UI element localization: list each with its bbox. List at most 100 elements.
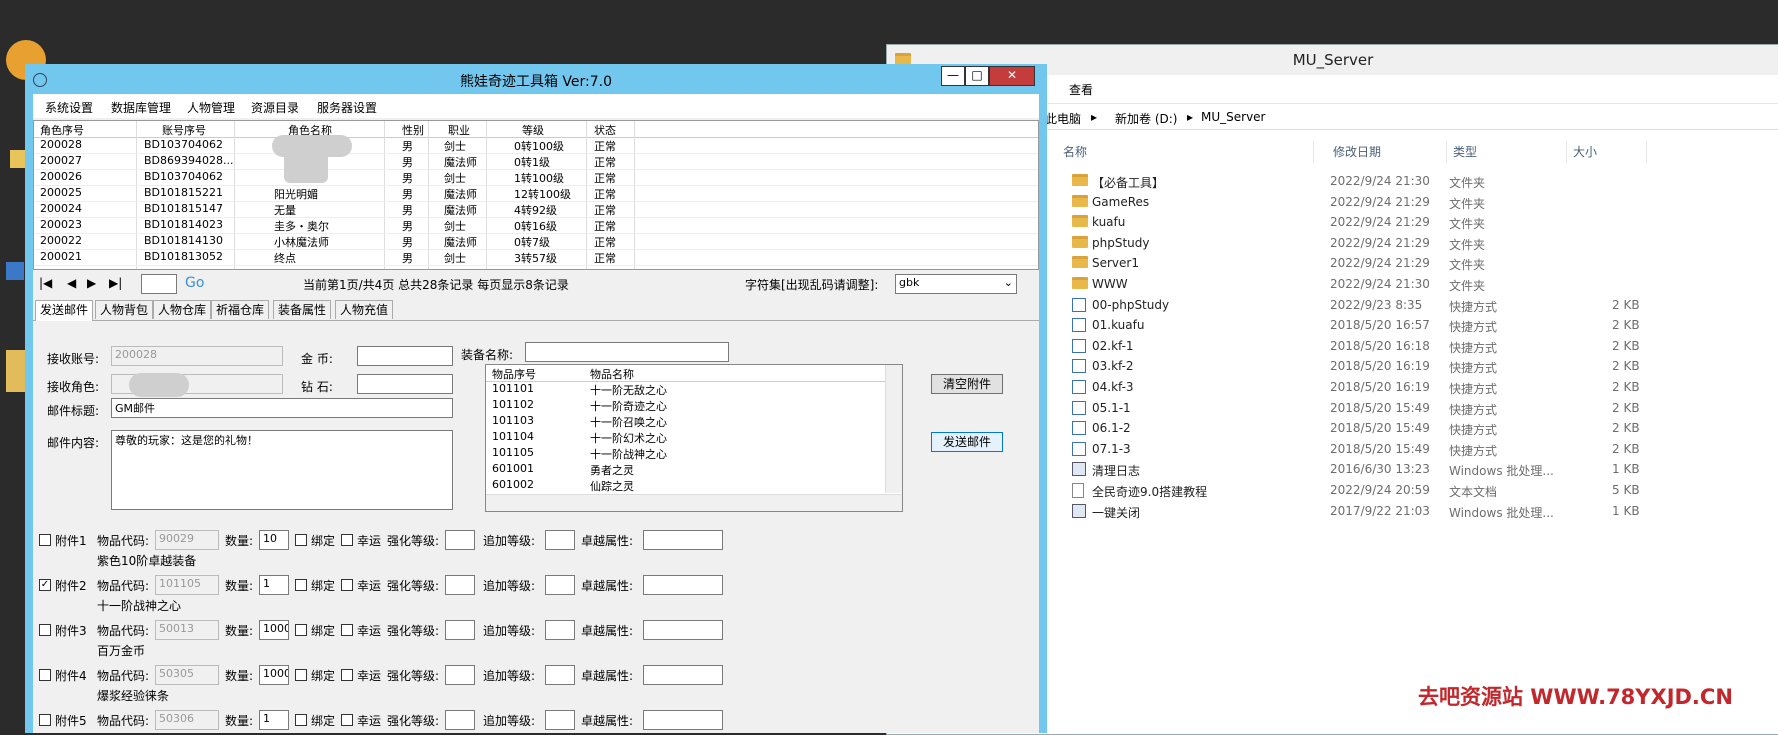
vertical-scrollbar[interactable]	[885, 365, 902, 493]
maximize-button[interactable]: □	[965, 66, 989, 86]
item-code-input[interactable]: 50306	[155, 710, 219, 730]
page-number-input[interactable]	[141, 274, 177, 294]
send-mail-button[interactable]: 发送邮件	[931, 432, 1003, 452]
recv-account-input[interactable]: 200028	[111, 346, 283, 366]
charset-select[interactable]: gbk ⌄	[895, 274, 1017, 294]
col-item-id[interactable]: 物品序号	[492, 366, 536, 382]
attachment-checkbox[interactable]	[39, 624, 51, 636]
add-level-input[interactable]	[545, 530, 575, 550]
bind-checkbox[interactable]	[295, 579, 307, 591]
table-row[interactable]: 200026 BD103704062 男 剑士 1转100级 正常	[34, 169, 1038, 186]
quantity-input[interactable]: 1000	[259, 665, 289, 685]
excellent-attr-input[interactable]	[643, 620, 723, 640]
item-code-input[interactable]: 50013	[155, 620, 219, 640]
quantity-input[interactable]: 1	[259, 710, 289, 730]
menu-server-settings[interactable]: 服务器设置	[317, 99, 377, 116]
equip-name-input[interactable]	[525, 342, 729, 362]
tab-send-mail[interactable]: 发送邮件	[35, 300, 94, 321]
content-textarea[interactable]: 尊敬的玩家：这是您的礼物！	[111, 430, 453, 510]
item-code-input[interactable]: 50305	[155, 665, 219, 685]
tab-blessing-warehouse[interactable]: 祈福仓库	[211, 300, 270, 319]
subject-input[interactable]: GM邮件	[111, 398, 453, 418]
item-row[interactable]: 101101 十一阶无敌之心	[486, 381, 902, 397]
excellent-attr-input[interactable]	[643, 665, 723, 685]
item-row[interactable]: 601002 仙踪之灵	[486, 477, 902, 493]
col-status[interactable]: 状态	[594, 122, 616, 138]
bind-checkbox[interactable]	[295, 714, 307, 726]
col-role-id[interactable]: 角色序号	[40, 122, 84, 138]
attachment-checkbox[interactable]	[39, 714, 51, 726]
col-item-name[interactable]: 物品名称	[590, 366, 634, 382]
diamond-input[interactable]	[357, 374, 453, 394]
luck-checkbox[interactable]	[341, 669, 353, 681]
prev-page-icon[interactable]: ◀	[67, 276, 76, 290]
clear-attachments-button[interactable]: 清空附件	[931, 374, 1003, 394]
col-account-id[interactable]: 账号序号	[162, 122, 206, 138]
col-level[interactable]: 等级	[522, 122, 544, 138]
table-row[interactable]: 200022 BD101814130 小林魔法师 男 魔法师 0转7级 正常	[34, 233, 1038, 250]
menu-database[interactable]: 数据库管理	[111, 99, 171, 116]
luck-checkbox[interactable]	[341, 534, 353, 546]
excellent-attr-input[interactable]	[643, 530, 723, 550]
item-row[interactable]: 101102 十一阶奇迹之心	[486, 397, 902, 413]
menu-system-settings[interactable]: 系统设置	[45, 99, 93, 116]
bind-checkbox[interactable]	[295, 534, 307, 546]
attachment-checkbox[interactable]: ✓	[39, 579, 51, 591]
column-size[interactable]: 大小	[1567, 141, 1647, 163]
excellent-attr-input[interactable]	[643, 575, 723, 595]
table-row[interactable]: 200028 BD103704062 男 剑士 0转100级 正常	[34, 137, 1038, 154]
quantity-input[interactable]: 10	[259, 530, 289, 550]
quantity-input[interactable]: 1	[259, 575, 289, 595]
minimize-button[interactable]: —	[941, 66, 965, 86]
enhance-level-input[interactable]	[445, 710, 475, 730]
item-row[interactable]: 101105 十一阶战神之心	[486, 445, 902, 461]
table-row[interactable]: 200027 BD869394028... 男 魔法师 0转1级 正常	[34, 153, 1038, 170]
gold-input[interactable]	[357, 346, 453, 366]
add-level-input[interactable]	[545, 710, 575, 730]
col-job[interactable]: 职业	[448, 122, 470, 138]
col-sex[interactable]: 性别	[402, 122, 424, 138]
menu-character[interactable]: 人物管理	[187, 99, 235, 116]
item-row[interactable]: 101103 十一阶召唤之心	[486, 413, 902, 429]
table-row[interactable]: 200023 BD101814023 圭多・奥尔 男 剑士 0转16级 正常	[34, 217, 1038, 234]
table-row[interactable]: 200024 BD101815147 无量 男 魔法师 4转92级 正常	[34, 201, 1038, 218]
item-row[interactable]: 101104 十一阶幻术之心	[486, 429, 902, 445]
enhance-level-input[interactable]	[445, 665, 475, 685]
bind-checkbox[interactable]	[295, 624, 307, 636]
enhance-level-input[interactable]	[445, 530, 475, 550]
column-name[interactable]: 名称	[1057, 141, 1314, 163]
go-button[interactable]: Go	[185, 275, 204, 291]
enhance-level-input[interactable]	[445, 575, 475, 595]
luck-checkbox[interactable]	[341, 624, 353, 636]
tab-warehouse[interactable]: 人物仓库	[153, 300, 212, 319]
item-code-input[interactable]: 101105	[155, 575, 219, 595]
first-page-icon[interactable]: |◀	[39, 276, 52, 290]
tab-recharge[interactable]: 人物充值	[335, 300, 394, 319]
add-level-input[interactable]	[545, 575, 575, 595]
breadcrumb-this-pc[interactable]: 此电脑	[1045, 110, 1081, 127]
tab-equip-attr[interactable]: 装备属性	[273, 300, 332, 319]
breadcrumb-drive[interactable]: 新加卷 (D:)	[1115, 110, 1177, 127]
close-button[interactable]: ✕	[989, 66, 1035, 86]
attachment-checkbox[interactable]	[39, 534, 51, 546]
item-row[interactable]: 601001 勇者之灵	[486, 461, 902, 477]
add-level-input[interactable]	[545, 665, 575, 685]
enhance-level-input[interactable]	[445, 620, 475, 640]
horizontal-scrollbar[interactable]	[486, 494, 902, 511]
attachment-checkbox[interactable]	[39, 669, 51, 681]
column-date[interactable]: 修改日期	[1327, 141, 1447, 163]
excellent-attr-input[interactable]	[643, 710, 723, 730]
luck-checkbox[interactable]	[341, 714, 353, 726]
table-row[interactable]: 200025 BD101815221 阳光明媚 男 魔法师 12转100级 正常	[34, 185, 1038, 202]
breadcrumb-folder[interactable]: MU_Server	[1201, 110, 1266, 124]
quantity-input[interactable]: 1000	[259, 620, 289, 640]
menu-resource-dir[interactable]: 资源目录	[251, 99, 299, 116]
last-page-icon[interactable]: ▶|	[109, 276, 122, 290]
bind-checkbox[interactable]	[295, 669, 307, 681]
item-list[interactable]: 物品序号 物品名称 101101 十一阶无敌之心 101102 十一阶奇迹之心 1011…	[485, 364, 903, 512]
desktop-shortcut-icon[interactable]	[6, 262, 24, 280]
ribbon-tab-view[interactable]: 查看	[1069, 81, 1093, 98]
desktop-folder-icon[interactable]	[6, 350, 26, 392]
table-row[interactable]: 200021 BD101813052 终点 男 剑士 3转57级 正常	[34, 249, 1038, 266]
next-page-icon[interactable]: ▶	[87, 276, 96, 290]
